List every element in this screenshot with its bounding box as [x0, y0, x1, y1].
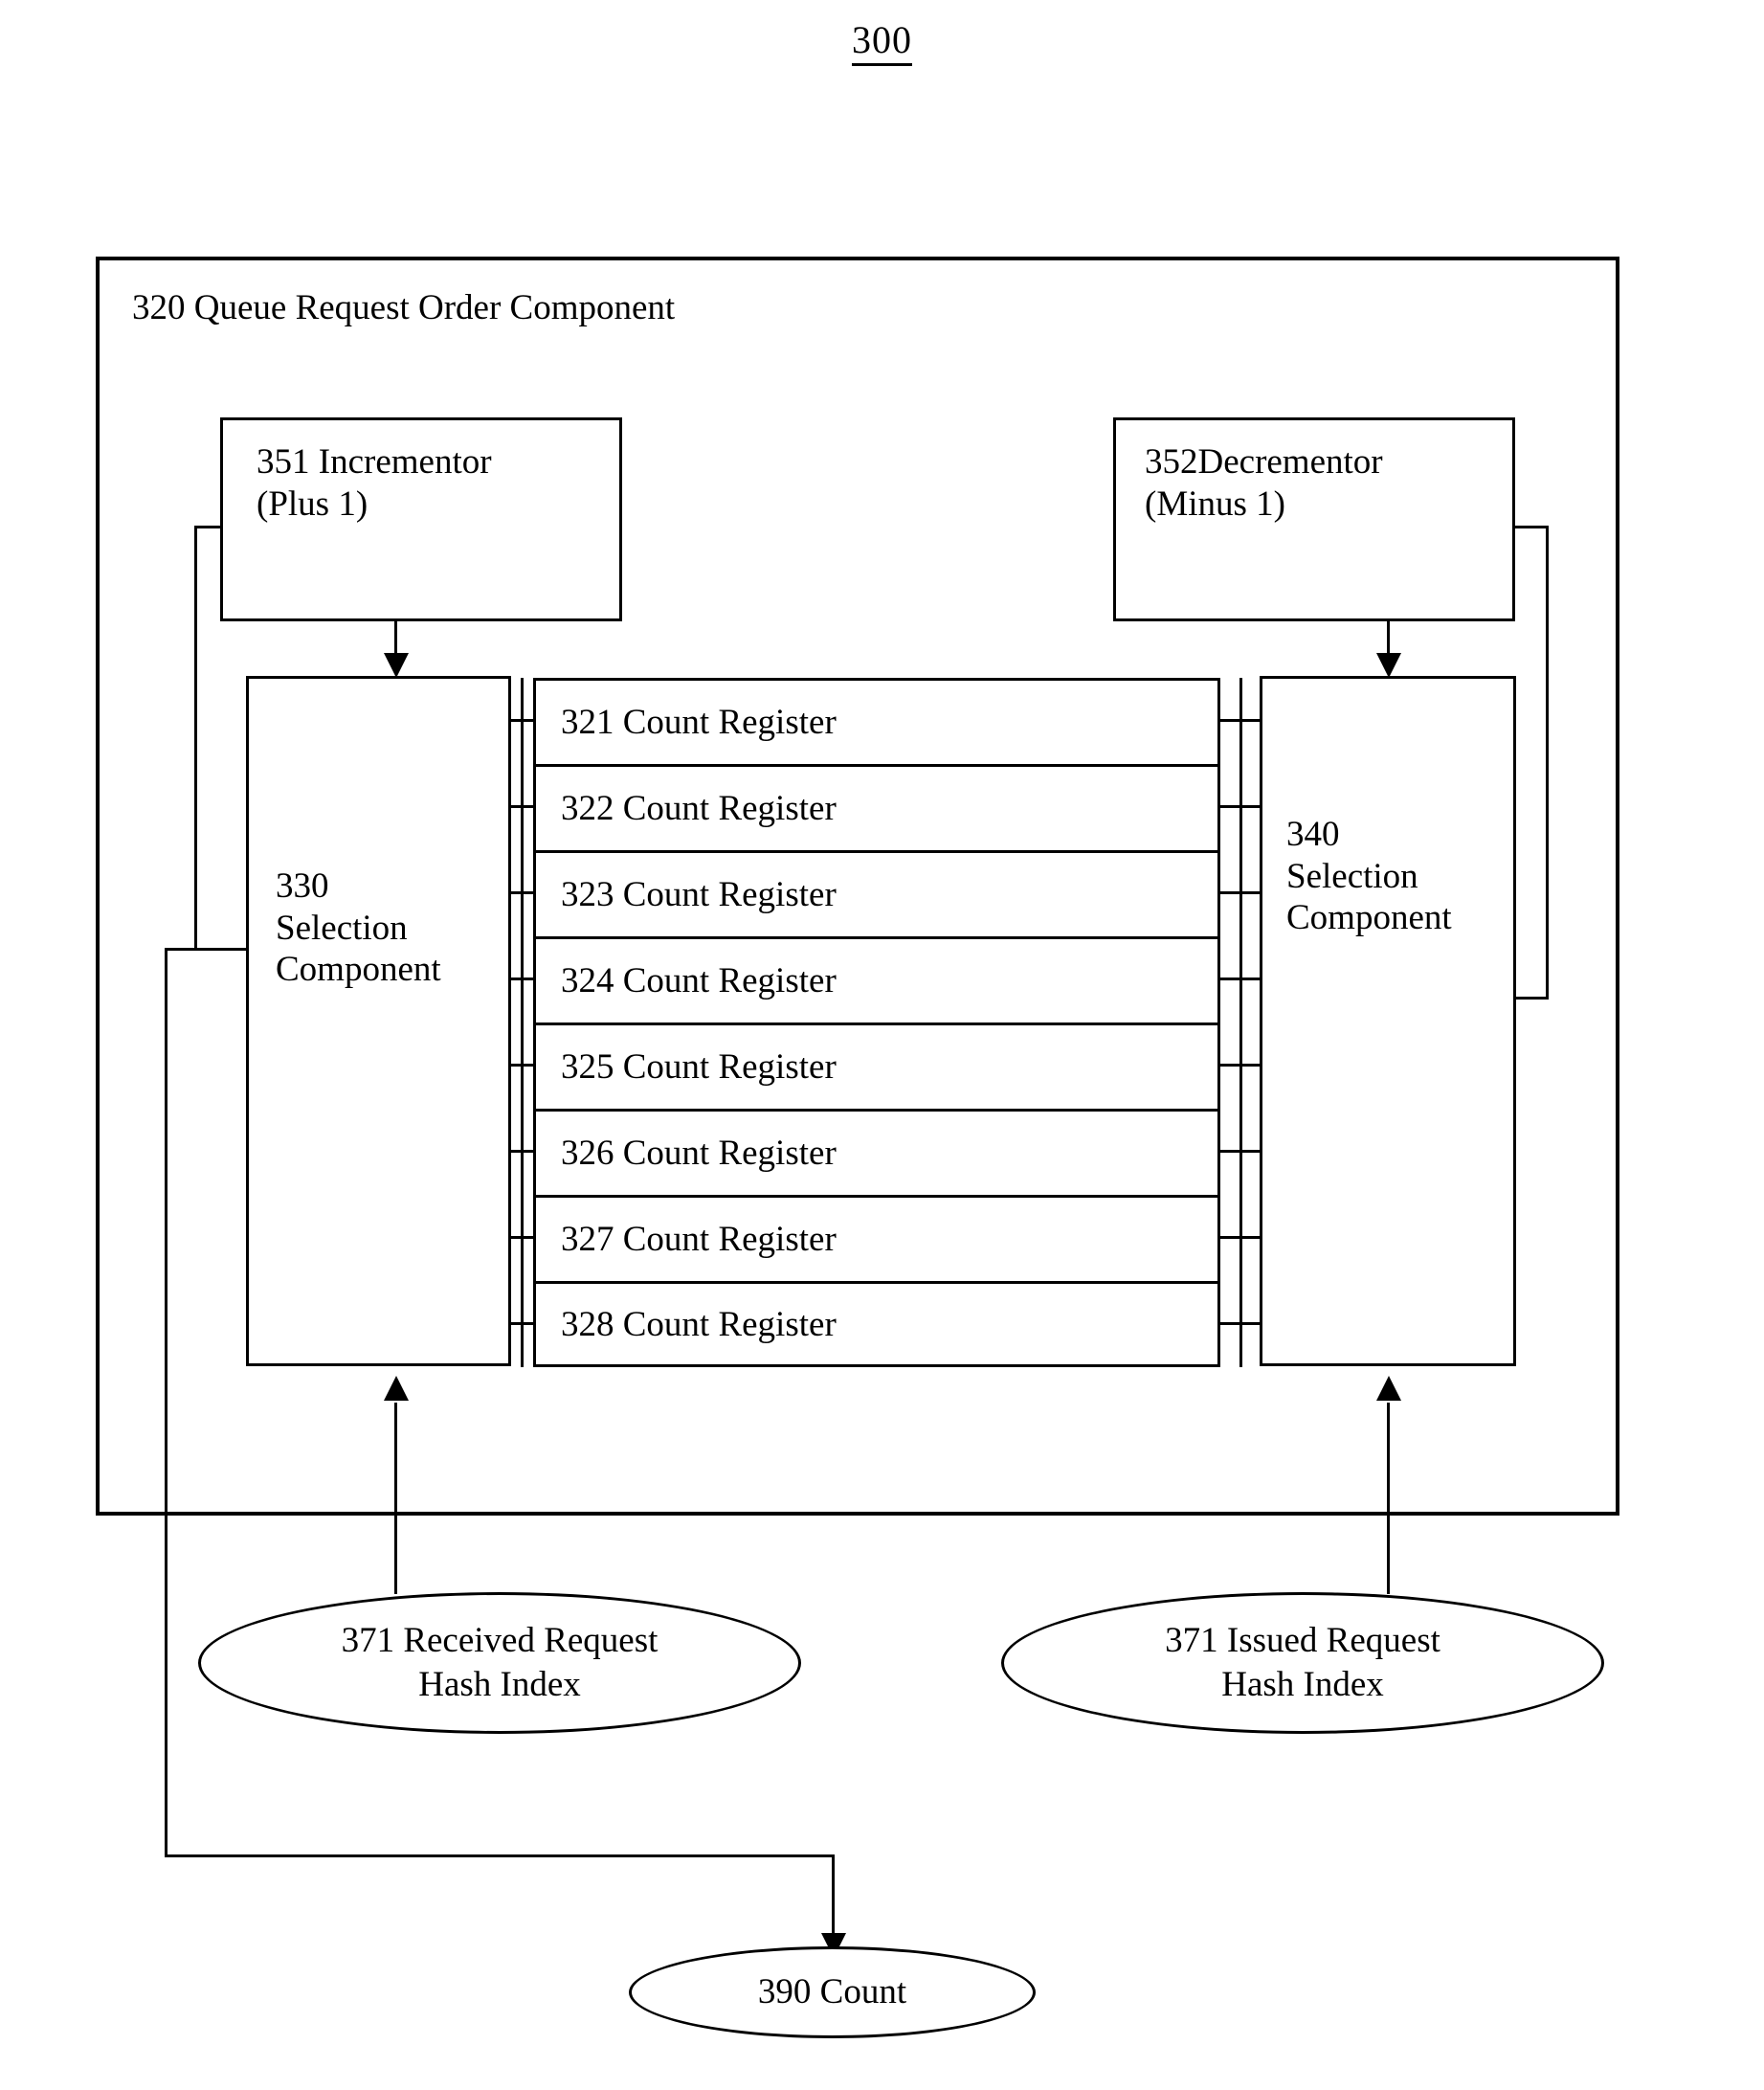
issued-to-selection-arrow [1376, 1376, 1401, 1401]
decrementor-to-selection-arrow [1376, 653, 1401, 678]
count-register-row: 321 Count Register [533, 678, 1220, 764]
count-register-row: 327 Count Register [533, 1195, 1220, 1281]
decrementor-to-selection-line [1387, 621, 1390, 656]
count-register-row: 322 Count Register [533, 764, 1220, 850]
figure-number: 300 [0, 17, 1764, 66]
count-register-label: 322 Count Register [561, 789, 837, 828]
queue-request-order-component-label: 320 Queue Request Order Component [132, 288, 676, 327]
count-register-label: 321 Count Register [561, 703, 837, 742]
decrementor-feedback-top-line [1514, 526, 1549, 528]
selection-component-330-box [246, 676, 511, 1366]
selection-component-340-label: 340 Selection Component [1286, 815, 1452, 938]
incrementor-to-selection-line [394, 621, 397, 656]
incrementor-feedback-vertical-line [194, 526, 197, 951]
count-output-vertical-line [165, 948, 167, 1857]
count-output-label: 390 Count [757, 1971, 907, 2011]
count-register-label: 323 Count Register [561, 875, 837, 914]
figure-canvas: 300 320 Queue Request Order Component 35… [0, 0, 1764, 2090]
decrementor-feedback-vertical-line [1546, 526, 1549, 1000]
issued-to-selection-line [1387, 1403, 1390, 1594]
count-output-ellipse: 390 Count [629, 1946, 1036, 2038]
issued-request-hash-index-ellipse: 371 Issued Request Hash Index [1001, 1592, 1604, 1734]
incrementor-to-selection-arrow [384, 653, 409, 678]
received-to-selection-arrow [384, 1376, 409, 1401]
count-register-label: 328 Count Register [561, 1304, 837, 1344]
received-request-hash-index-ellipse: 371 Received Request Hash Index [198, 1592, 801, 1734]
received-to-selection-line [394, 1403, 397, 1594]
decrementor-feedback-bottom-line [1514, 997, 1549, 1000]
incrementor-feedback-top-line [194, 526, 223, 528]
incrementor-label: 351 Incrementor (Plus 1) [257, 442, 492, 524]
received-request-hash-index-label: 371 Received Request Hash Index [341, 1620, 659, 1704]
issued-request-hash-index-label: 371 Issued Request Hash Index [1165, 1620, 1440, 1704]
count-register-label: 324 Count Register [561, 961, 837, 1000]
selection-component-340-box [1260, 676, 1516, 1366]
count-register-row: 324 Count Register [533, 936, 1220, 1023]
count-output-top-line [165, 948, 249, 951]
count-register-label: 325 Count Register [561, 1047, 837, 1087]
count-register-label: 327 Count Register [561, 1220, 837, 1259]
decrementor-label: 352Decrementor (Minus 1) [1145, 442, 1383, 524]
register-stub-right-rail [1239, 678, 1242, 1367]
selection-component-330-label: 330 Selection Component [276, 866, 441, 990]
count-register-row: 326 Count Register [533, 1109, 1220, 1195]
count-register-row: 325 Count Register [533, 1023, 1220, 1109]
count-output-horizontal-line [165, 1854, 835, 1857]
count-register-row: 328 Count Register [533, 1281, 1220, 1367]
register-stub-left-rail [521, 678, 524, 1367]
count-register-label: 326 Count Register [561, 1134, 837, 1173]
figure-number-text: 300 [852, 18, 912, 66]
count-register-row: 323 Count Register [533, 850, 1220, 936]
count-output-drop-line [832, 1854, 835, 1936]
